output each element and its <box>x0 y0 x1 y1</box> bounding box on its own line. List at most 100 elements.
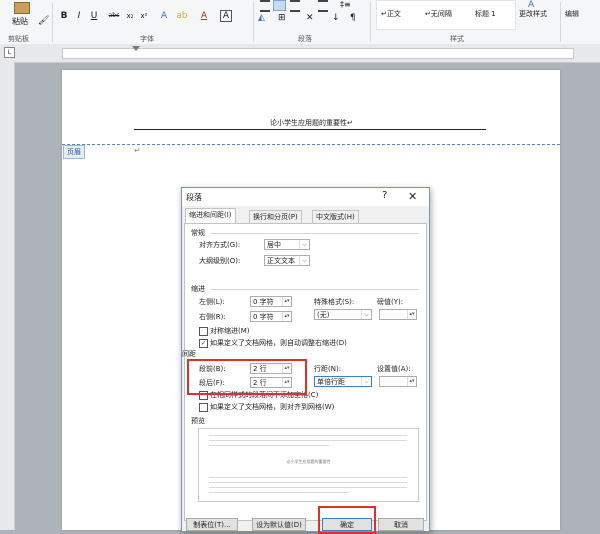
chevron-down-icon: ⌵ <box>299 240 309 249</box>
line-spacing-label: 行距(N): <box>314 365 342 373</box>
align-center-icon[interactable] <box>260 0 270 12</box>
spacing-at-spinner[interactable]: ▴▾ <box>379 376 417 387</box>
preview-sample-text: 论小学生应用题的重要性 <box>286 459 331 464</box>
header-tab: 页眉 <box>63 145 85 159</box>
preview-line <box>209 487 407 488</box>
style-normal[interactable]: ↵正文 <box>381 9 401 19</box>
left-indent-spinner[interactable]: 0 字符 ▴▾ <box>250 296 292 307</box>
indent-marker-icon[interactable] <box>132 46 140 51</box>
subscript-button[interactable]: x₂ <box>124 10 136 22</box>
divider <box>52 2 53 42</box>
underline-button[interactable]: U <box>88 10 100 22</box>
set-default-button[interactable]: 设为默认值(D) <box>252 518 306 531</box>
mirror-indent-checkbox[interactable] <box>199 327 208 336</box>
spacing-section-title: 间距 <box>182 350 196 358</box>
paste-icon[interactable] <box>14 2 30 14</box>
auto-adjust-label: 如果定义了文档网格，则自动调整右缩进(D) <box>210 339 347 347</box>
paragraph-group-label: 段落 <box>298 35 312 43</box>
ribbon: 粘贴 🖌 剪贴板 B I U abc x₂ x² A ab A A 字体 ‡≡ … <box>0 0 600 45</box>
indent-by-spinner[interactable]: ▴▾ <box>379 309 417 320</box>
dialog-title: 段落 <box>186 193 202 202</box>
special-indent-label: 特殊格式(S): <box>314 298 355 306</box>
spacing-highlight-frame <box>187 359 307 395</box>
tab-asian-typography[interactable]: 中文版式(H) <box>312 210 359 224</box>
header-text[interactable]: 论小学生应用题的重要性↵ <box>270 118 353 128</box>
general-section-title: 常规 <box>191 229 205 237</box>
chevron-down-icon: ⌵ <box>361 310 371 319</box>
outline-level-label: 大纲级别(O): <box>199 257 241 265</box>
style-heading1[interactable]: 标题 1 <box>475 9 496 19</box>
preview-section-title: 预览 <box>191 417 205 425</box>
style-gallery[interactable]: ↵正文 ↵无间隔 标题 1 <box>376 0 516 30</box>
tab-indent-spacing[interactable]: 缩进和间距(I) <box>185 208 236 224</box>
outline-level-value: 正文文本 <box>267 257 295 265</box>
tab-stops-button[interactable]: 制表位(T)... <box>186 518 238 531</box>
indent-section-title: 缩进 <box>191 285 205 293</box>
right-indent-spinner[interactable]: 0 字符 ▴▾ <box>250 311 292 322</box>
spacing-at-label: 设置值(A): <box>377 365 411 373</box>
line-spacing-select[interactable]: 单倍行距 ⌵ <box>314 376 372 387</box>
preview-line <box>209 440 407 441</box>
snap-to-grid-label: 如果定义了文档网格，则对齐到网格(W) <box>210 403 335 411</box>
spinner-arrows-icon[interactable]: ▴▾ <box>282 297 291 306</box>
superscript-button[interactable]: x² <box>138 10 150 22</box>
borders-icon[interactable]: ⊞ <box>278 13 286 23</box>
editing-button[interactable]: 编辑 <box>565 9 579 19</box>
spinner-arrows-icon[interactable]: ▴▾ <box>407 310 416 319</box>
preview-line <box>209 482 407 483</box>
preview-line <box>209 477 407 478</box>
bold-button[interactable]: B <box>58 10 70 22</box>
line-spacing-icon[interactable]: ‡≡ <box>340 0 351 9</box>
spinner-arrows-icon[interactable]: ▴▾ <box>407 377 416 386</box>
format-painter-icon[interactable]: 🖌 <box>38 16 49 26</box>
close-icon[interactable]: ✕ <box>408 190 417 203</box>
highlight-color-icon[interactable]: ab <box>176 10 188 22</box>
chevron-down-icon: ⌵ <box>299 256 309 265</box>
line-spacing-value: 单倍行距 <box>317 378 345 386</box>
preview-line <box>209 445 329 446</box>
paste-button[interactable]: 粘贴 <box>12 16 28 27</box>
header-underline <box>134 129 486 130</box>
strikethrough-button[interactable]: abc <box>106 10 122 22</box>
left-indent-label: 左侧(L): <box>199 298 225 306</box>
styles-group-label: 样式 <box>450 35 464 43</box>
shading-icon[interactable]: ◭ <box>258 13 265 23</box>
right-indent-label: 右侧(R): <box>199 313 226 321</box>
indent-by-label: 磅值(Y): <box>377 298 404 306</box>
tab-line-page-breaks[interactable]: 换行和分页(P) <box>249 210 302 224</box>
chevron-down-icon: ⌵ <box>361 377 371 386</box>
char-border-icon[interactable]: A <box>220 10 232 22</box>
justify-icon[interactable] <box>318 0 328 12</box>
help-button[interactable]: ? <box>382 190 387 201</box>
outline-level-select[interactable]: 正文文本 ⌵ <box>264 255 310 266</box>
spinner-arrows-icon[interactable]: ▴▾ <box>282 312 291 321</box>
alignment-select[interactable]: 居中 ⌵ <box>264 239 310 250</box>
align-right-icon[interactable] <box>290 0 300 12</box>
auto-adjust-checkbox[interactable]: ✓ <box>199 339 208 348</box>
cancel-button[interactable]: 取消 <box>378 518 424 531</box>
italic-button[interactable]: I <box>73 10 85 22</box>
style-no-spacing[interactable]: ↵无间隔 <box>425 9 452 19</box>
special-indent-value: (无) <box>317 311 330 319</box>
chinese-layout-icon[interactable]: ✕ <box>306 13 314 23</box>
font-color-icon[interactable]: A <box>198 10 210 22</box>
left-indent-value: 0 字符 <box>253 298 274 306</box>
divider <box>210 233 418 234</box>
snap-to-grid-checkbox[interactable] <box>199 403 208 412</box>
dialog-titlebar[interactable] <box>182 188 429 206</box>
preview-box: 论小学生应用题的重要性 <box>198 428 419 502</box>
divider <box>560 2 561 42</box>
divider <box>370 2 371 42</box>
alignment-label: 对齐方式(G): <box>199 241 241 249</box>
change-styles-button[interactable]: 更改样式 <box>519 9 547 19</box>
show-marks-icon[interactable]: ¶ <box>350 13 356 23</box>
tab-selector-icon[interactable]: L <box>4 47 15 58</box>
preview-line <box>209 492 349 493</box>
divider <box>210 289 418 290</box>
align-center-selected-icon[interactable] <box>273 0 286 11</box>
sort-icon[interactable]: ↓ <box>332 13 340 23</box>
text-effects-icon[interactable]: A <box>158 10 170 22</box>
special-indent-select[interactable]: (无) ⌵ <box>314 309 372 320</box>
alignment-value: 居中 <box>267 241 281 249</box>
clipboard-group-label: 剪贴板 <box>8 35 29 43</box>
